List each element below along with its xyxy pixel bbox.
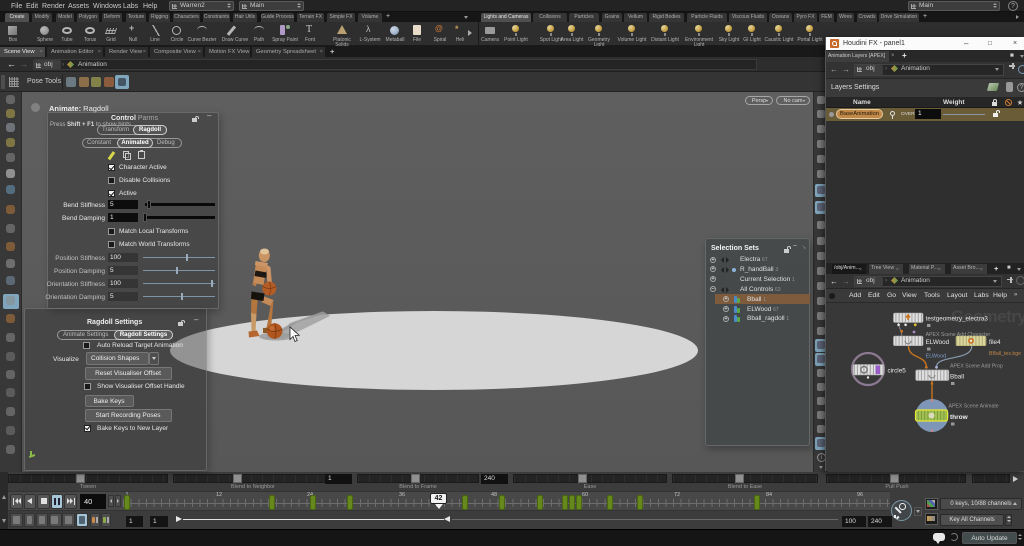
svg-text:BBall_tex.bge: BBall_tex.bge (989, 351, 1021, 357)
svg-text:file4: file4 (989, 339, 1001, 346)
svg-text:ELWood: ELWood (926, 354, 947, 360)
svg-text:ELWood: ELWood (926, 339, 950, 346)
svg-text:testgeometry_electra3: testgeometry_electra3 (926, 316, 989, 323)
svg-text:Bball: Bball (950, 374, 964, 381)
svg-text:circle5: circle5 (888, 368, 907, 375)
svg-text:throw: throw (950, 414, 969, 421)
svg-text:APEX Scene Animate: APEX Scene Animate (949, 404, 999, 410)
svg-text:APEX Scene Add Prop: APEX Scene Add Prop (950, 364, 1003, 370)
